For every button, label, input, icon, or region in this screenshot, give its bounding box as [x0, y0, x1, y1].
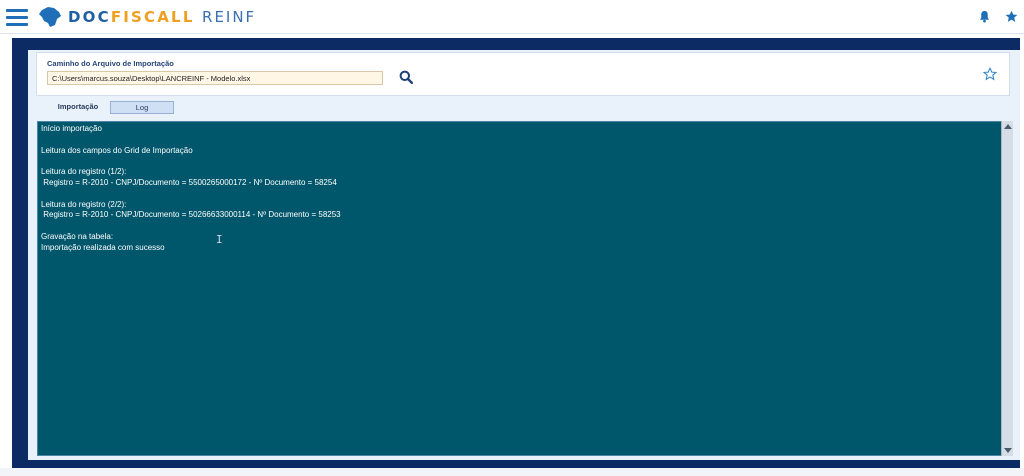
menu-icon[interactable] [6, 9, 28, 27]
scroll-down-arrow-icon[interactable] [1004, 448, 1012, 453]
path-label: Caminho do Arquivo de Importação [47, 59, 174, 68]
search-icon[interactable] [399, 70, 413, 84]
brazil-map-logo [39, 7, 61, 27]
brand: DOCFISCALL REINF [38, 5, 256, 29]
brand-doc: DOC [68, 8, 111, 26]
brand-name: DOCFISCALL REINF [68, 8, 256, 26]
log-text: Início importação Leitura dos campos do … [41, 124, 341, 252]
top-bar: DOCFISCALL REINF [0, 0, 1024, 34]
scroll-up-arrow-icon[interactable] [1004, 124, 1012, 129]
bell-icon[interactable] [978, 10, 991, 23]
import-screen: Caminho do Arquivo de Importação C:\User… [28, 50, 1020, 460]
brand-fiscall: FISCALL [110, 8, 195, 26]
star-outline-icon[interactable] [983, 67, 997, 81]
path-input[interactable]: C:\Users\marcus.souza\Desktop\LANCREINF … [47, 71, 383, 85]
tab-bar: Importação Log [28, 100, 1020, 118]
brand-reinf: REINF [202, 8, 257, 26]
text-cursor-icon: I [216, 233, 223, 246]
path-panel: Caminho do Arquivo de Importação C:\User… [36, 52, 1010, 96]
tab-log[interactable]: Log [110, 101, 174, 114]
top-icons [978, 10, 1018, 23]
tab-importacao[interactable]: Importação [48, 101, 108, 114]
log-output[interactable]: Início importação Leitura dos campos do … [37, 121, 1001, 456]
star-icon[interactable] [1005, 10, 1018, 23]
bottom-strip [0, 468, 1024, 476]
log-scrollbar[interactable] [1001, 121, 1013, 456]
